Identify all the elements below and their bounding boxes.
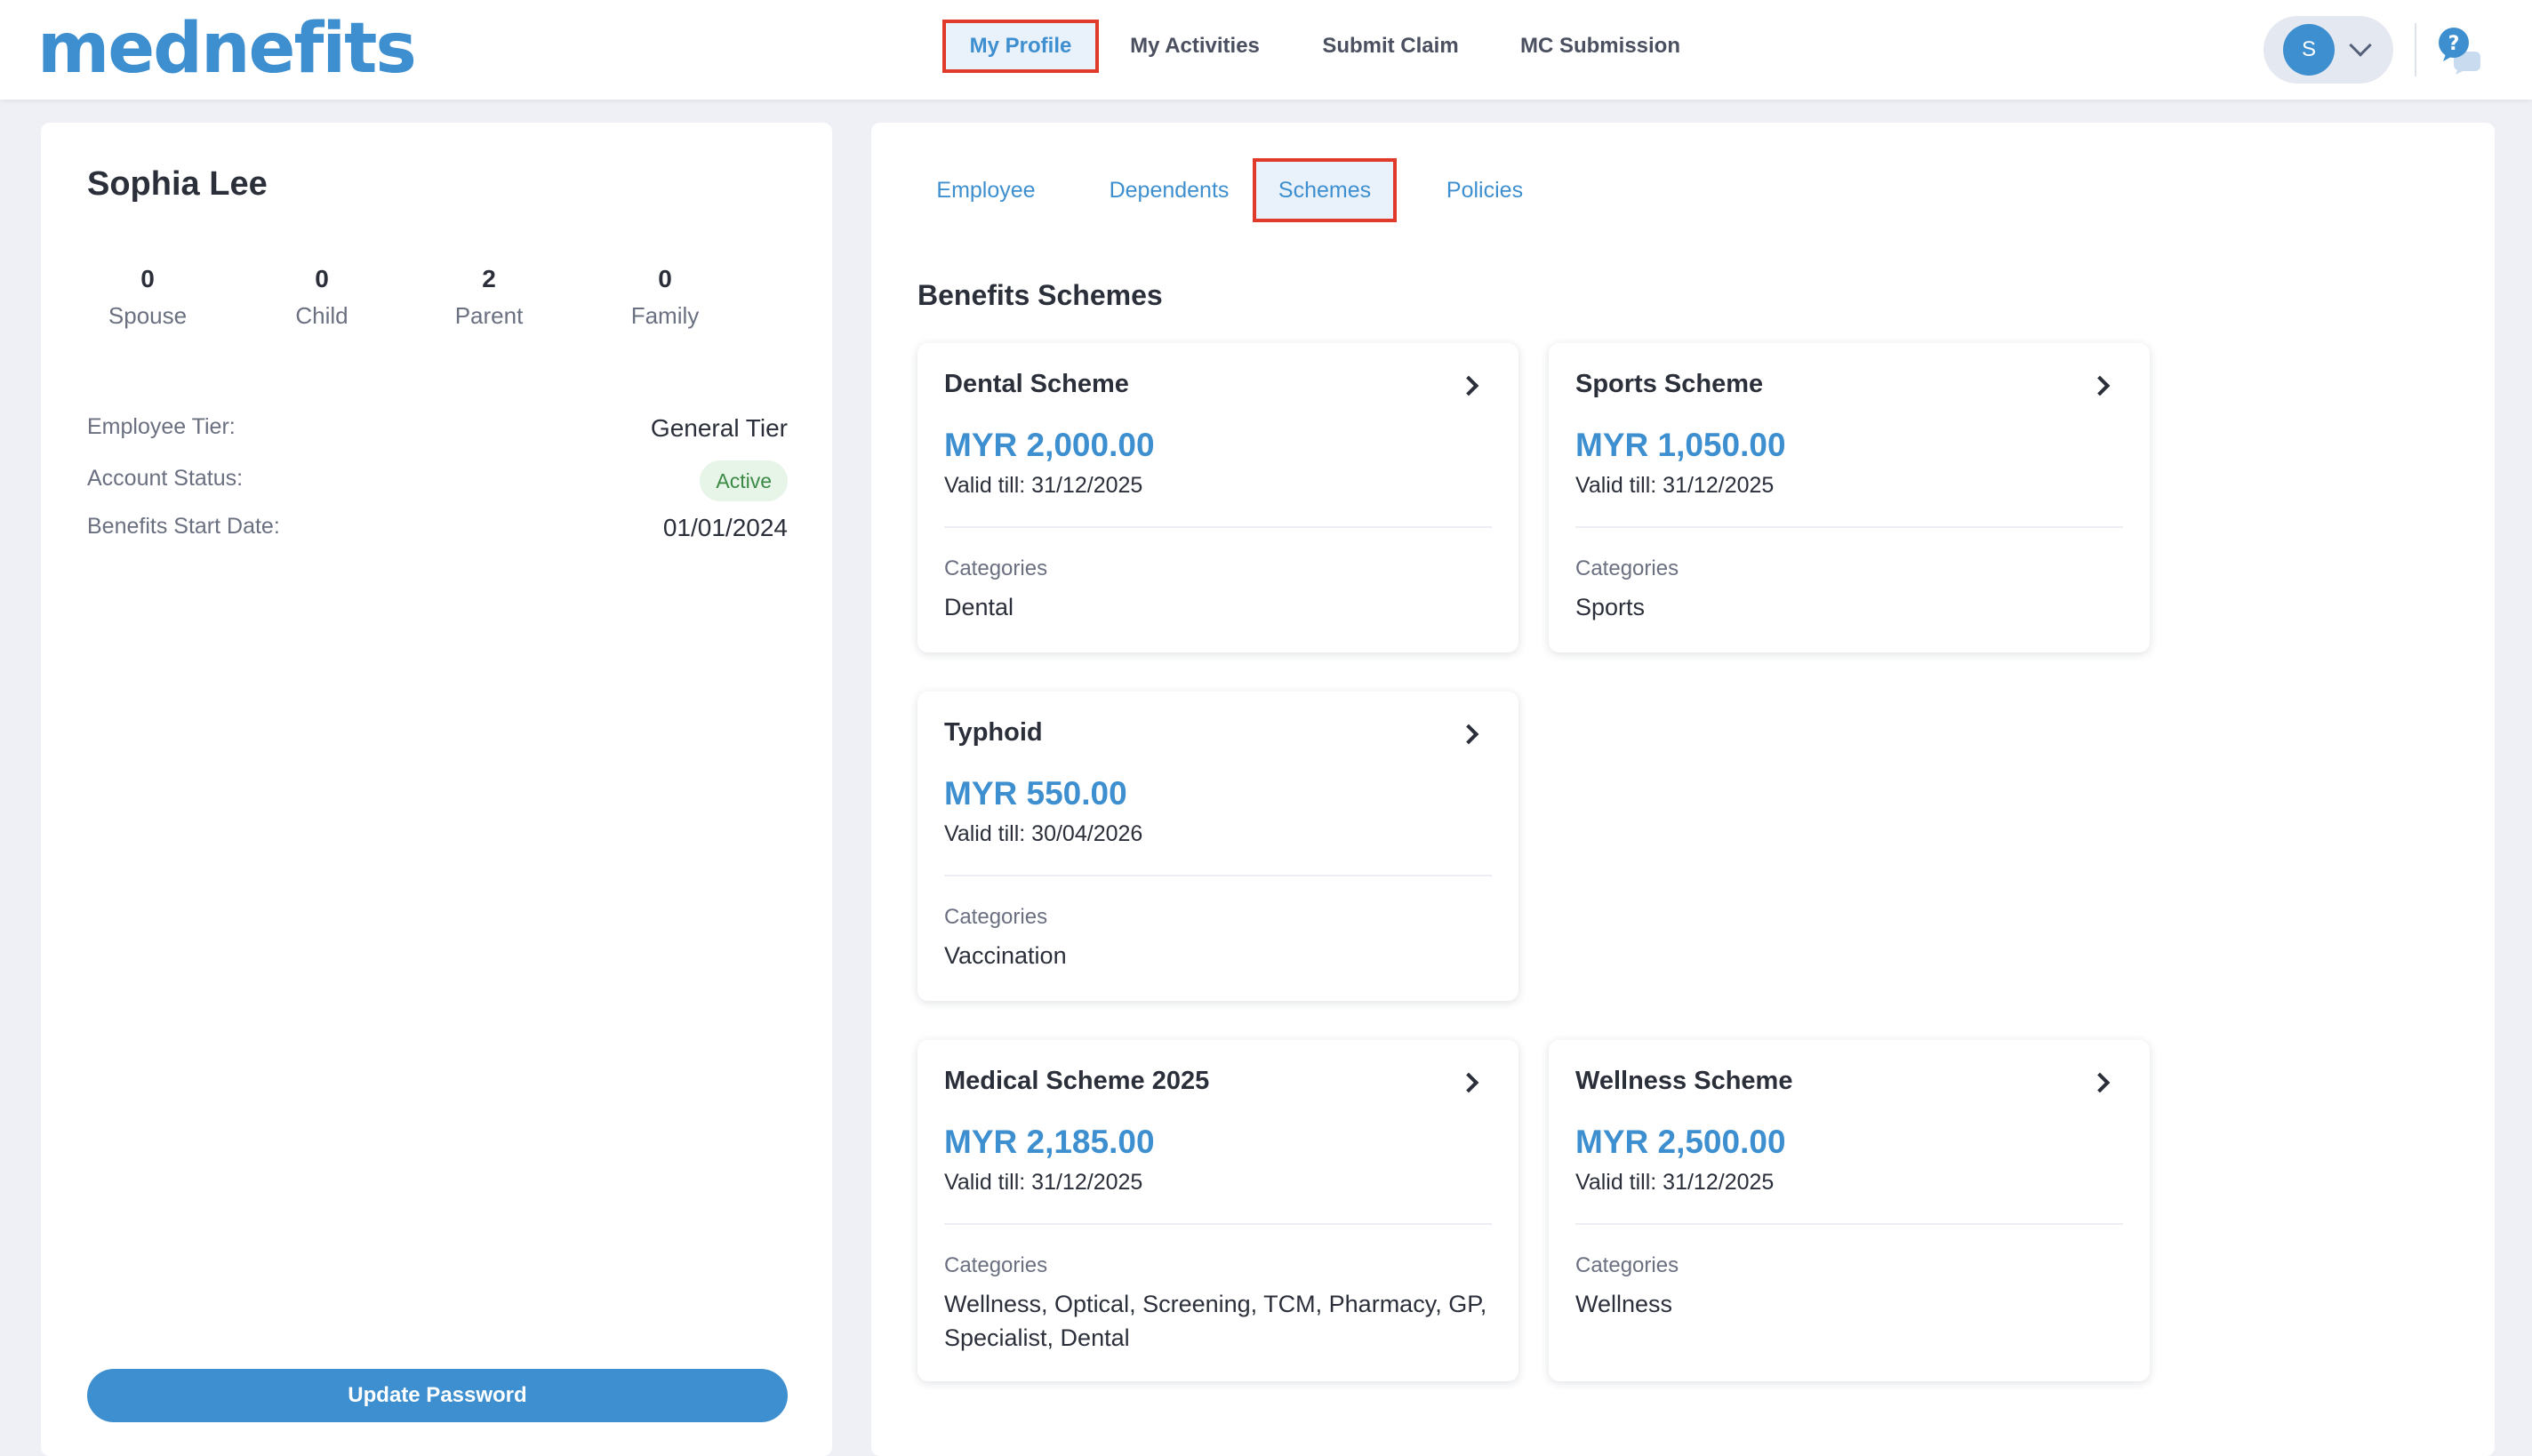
scheme-card-dental[interactable]: Dental Scheme MYR 2,000.00 Valid till: 3… xyxy=(917,343,1518,652)
stat-value: 0 xyxy=(315,265,329,292)
scheme-card-wellness[interactable]: Wellness Scheme MYR 2,500.00 Valid till:… xyxy=(1549,1040,2150,1381)
chevron-right-icon[interactable] xyxy=(1458,1072,1479,1093)
chevron-right-icon[interactable] xyxy=(1458,375,1479,396)
user-menu-button[interactable]: S xyxy=(2264,16,2393,84)
chevron-down-icon xyxy=(2349,34,2372,57)
benefits-start-label: Benefits Start Date: xyxy=(87,514,280,539)
scheme-categories: Wellness xyxy=(1575,1291,1673,1317)
profile-details-card: Employee Dependents Schemes Policies Ben… xyxy=(871,123,2495,1456)
scheme-amount: MYR 550.00 xyxy=(944,775,1127,812)
scheme-name: Medical Scheme 2025 xyxy=(944,1067,1210,1095)
scheme-divider xyxy=(944,875,1492,876)
nav-submit-claim[interactable]: Submit Claim xyxy=(1310,20,1470,73)
stat-value: 2 xyxy=(482,265,496,292)
stat-child: 0 Child xyxy=(251,265,393,330)
scheme-divider xyxy=(1575,1223,2123,1225)
scheme-card-medical[interactable]: Medical Scheme 2025 MYR 2,185.00 Valid t… xyxy=(917,1040,1518,1381)
profile-name: Sophia Lee xyxy=(87,165,268,203)
update-password-button[interactable]: Update Password xyxy=(87,1369,788,1422)
scheme-amount: MYR 2,500.00 xyxy=(1575,1124,1786,1160)
benefits-start-value: 01/01/2024 xyxy=(662,514,788,541)
tab-dependents[interactable]: Dependents xyxy=(1092,158,1246,222)
nav-my-profile[interactable]: My Profile xyxy=(942,20,1099,73)
scheme-valid-till: Valid till: 31/12/2025 xyxy=(1575,1170,1775,1195)
nav-my-activities[interactable]: My Activities xyxy=(1122,20,1268,73)
scheme-card-sports[interactable]: Sports Scheme MYR 1,050.00 Valid till: 3… xyxy=(1549,343,2150,652)
top-header: mednefits My Profile My Activities Submi… xyxy=(0,0,2532,100)
scheme-valid-till: Valid till: 31/12/2025 xyxy=(1575,473,1775,498)
scheme-categories-label: Categories xyxy=(1575,556,1679,580)
stat-label: Child xyxy=(295,302,349,329)
benefits-start-row: Benefits Start Date: 01/01/2024 xyxy=(87,508,788,553)
scheme-valid-till: Valid till: 31/12/2025 xyxy=(944,1170,1143,1195)
scheme-divider xyxy=(944,526,1492,528)
stat-label: Spouse xyxy=(108,302,188,329)
tab-employee[interactable]: Employee xyxy=(914,158,1058,222)
help-chat-icon[interactable]: ? xyxy=(2434,25,2484,75)
scheme-categories: Sports xyxy=(1575,594,1646,620)
stat-family: 0 Family xyxy=(594,265,736,330)
account-status-row: Account Status: Active xyxy=(87,460,788,505)
account-status-label: Account Status: xyxy=(87,466,244,491)
avatar: S xyxy=(2283,24,2335,76)
chevron-right-icon[interactable] xyxy=(2089,375,2111,396)
scheme-amount: MYR 2,000.00 xyxy=(944,427,1155,463)
stat-label: Parent xyxy=(454,302,524,329)
scheme-amount: MYR 2,185.00 xyxy=(944,1124,1155,1160)
scheme-divider xyxy=(1575,526,2123,528)
scheme-name: Dental Scheme xyxy=(944,370,1129,398)
scheme-name: Sports Scheme xyxy=(1575,370,1764,398)
scheme-name: Wellness Scheme xyxy=(1575,1067,1793,1095)
logo-text: mednefits xyxy=(37,9,417,89)
scheme-divider xyxy=(944,1223,1492,1225)
scheme-categories: Dental xyxy=(944,594,1014,620)
stat-value: 0 xyxy=(140,265,155,292)
mednefits-logo[interactable]: mednefits xyxy=(37,9,417,89)
stat-value: 0 xyxy=(658,265,672,292)
scheme-name: Typhoid xyxy=(944,718,1043,747)
scheme-categories: Wellness, Optical, Screening, TCM, Pharm… xyxy=(944,1291,1487,1351)
chevron-right-icon[interactable] xyxy=(2089,1072,2111,1093)
tab-policies[interactable]: Policies xyxy=(1422,158,1547,222)
header-divider xyxy=(2415,23,2416,76)
scheme-categories-label: Categories xyxy=(944,1253,1048,1277)
employee-tier-label: Employee Tier: xyxy=(87,414,236,439)
employee-tier-row: Employee Tier: General Tier xyxy=(87,409,788,453)
stat-spouse: 0 Spouse xyxy=(76,265,219,330)
scheme-categories: Vaccination xyxy=(944,942,1067,969)
nav-mc-submission[interactable]: MC Submission xyxy=(1511,20,1689,73)
chevron-right-icon[interactable] xyxy=(1458,724,1479,745)
section-title: Benefits Schemes xyxy=(917,279,1163,311)
stat-label: Family xyxy=(630,302,700,329)
scheme-categories-label: Categories xyxy=(1575,1253,1679,1277)
scheme-categories-label: Categories xyxy=(944,556,1048,580)
scheme-card-typhoid[interactable]: Typhoid MYR 550.00 Valid till: 30/04/202… xyxy=(917,692,1518,1001)
stat-parent: 2 Parent xyxy=(418,265,560,330)
scheme-valid-till: Valid till: 31/12/2025 xyxy=(944,473,1143,498)
status-badge: Active xyxy=(700,460,788,501)
scheme-categories-label: Categories xyxy=(944,905,1048,929)
scheme-valid-till: Valid till: 30/04/2026 xyxy=(944,821,1143,846)
tab-schemes[interactable]: Schemes xyxy=(1253,158,1397,222)
scheme-amount: MYR 1,050.00 xyxy=(1575,427,1786,463)
employee-tier-value: General Tier xyxy=(650,414,788,442)
help-question-mark: ? xyxy=(2448,33,2460,55)
profile-summary-card: Sophia Lee 0 Spouse 0 Child 2 Parent 0 F… xyxy=(41,123,832,1456)
